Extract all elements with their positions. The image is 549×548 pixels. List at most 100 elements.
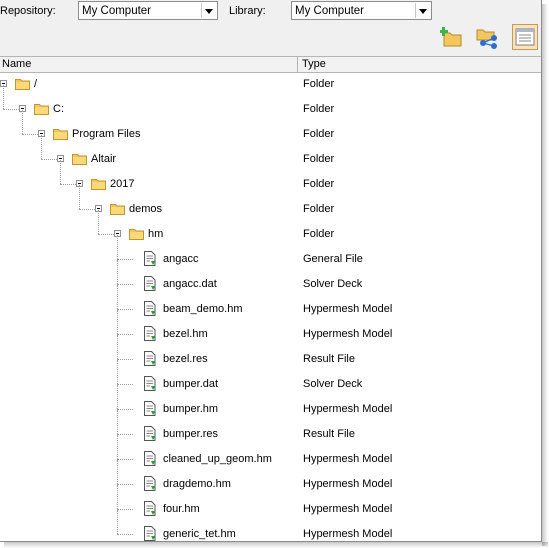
tree-folder-row[interactable]: hm Folder bbox=[0, 210, 541, 247]
tree-item-type: General File bbox=[303, 253, 363, 265]
library-select[interactable]: My Computer bbox=[291, 1, 432, 20]
tree-item-name: bumper.hm bbox=[163, 403, 219, 415]
add-folder-button[interactable] bbox=[439, 24, 466, 50]
tree-guide-line bbox=[3, 85, 4, 109]
tree-guide-line bbox=[117, 385, 118, 409]
tree-item-name: bezel.hm bbox=[163, 328, 208, 340]
tree-item-type: Hypermesh Model bbox=[303, 303, 393, 315]
file-icon bbox=[144, 376, 156, 391]
tree-item-name: bumper.res bbox=[163, 428, 219, 440]
tree-item-name: four.hm bbox=[163, 503, 200, 515]
tree-guide-line bbox=[117, 435, 118, 459]
tree-guide-line bbox=[117, 534, 133, 535]
folder-icon bbox=[72, 152, 87, 165]
tree-guide-line bbox=[117, 309, 133, 310]
tree-guide-line bbox=[79, 185, 80, 209]
repository-label: Repository: bbox=[0, 5, 56, 17]
tree-item-name: dragdemo.hm bbox=[163, 478, 231, 490]
file-browser-window: Repository: My Computer Library: My Comp… bbox=[0, 0, 542, 542]
tree-item-name: generic_tet.hm bbox=[163, 528, 236, 540]
file-icon bbox=[144, 276, 156, 291]
tree-guide-line bbox=[117, 459, 133, 460]
tree-guide-line bbox=[117, 259, 133, 260]
repository-value: My Computer bbox=[82, 5, 152, 17]
chevron-down-icon[interactable] bbox=[201, 3, 216, 18]
tree-file-row[interactable]: cleaned_up_geom.hm Hypermesh Model bbox=[0, 435, 541, 472]
tree-item-type: Folder bbox=[303, 178, 335, 190]
tree-item-name: angacc bbox=[163, 253, 199, 265]
tree-guide-line bbox=[117, 485, 118, 509]
folder-icon bbox=[91, 177, 106, 190]
tree-guide-line bbox=[117, 409, 133, 410]
folder-icon bbox=[129, 227, 144, 240]
tree-item-type: Folder bbox=[303, 228, 335, 240]
tree-guide-line bbox=[117, 310, 118, 334]
tree-file-row[interactable]: bumper.hm Hypermesh Model bbox=[0, 385, 541, 422]
tree-file-row[interactable]: bumper.dat Solver Deck bbox=[0, 360, 541, 397]
file-icon bbox=[144, 476, 156, 491]
tree-item-type: Folder bbox=[303, 128, 335, 140]
tree-item-name: hm bbox=[148, 228, 164, 240]
tree-file-row[interactable]: angacc General File bbox=[0, 235, 541, 272]
tree-guide-line bbox=[117, 335, 118, 359]
tree-guide-line bbox=[117, 434, 133, 435]
tree-item-name: bumper.dat bbox=[163, 378, 219, 390]
tree-guide-line bbox=[117, 384, 133, 385]
tree-guide-line bbox=[117, 284, 133, 285]
tree-item-type: Result File bbox=[303, 428, 355, 440]
tree-folder-row[interactable]: C: Folder bbox=[0, 85, 541, 122]
tree-item-type: Hypermesh Model bbox=[303, 328, 393, 340]
tree-item-name: Program Files bbox=[72, 128, 141, 140]
tree-guide-line bbox=[117, 460, 118, 484]
tree-folder-row[interactable]: demos Folder bbox=[0, 185, 541, 222]
tree-item-type: Folder bbox=[303, 78, 335, 90]
share-folder-button[interactable] bbox=[474, 24, 500, 50]
column-header-name[interactable]: Name bbox=[2, 58, 31, 70]
tree-guide-line bbox=[117, 334, 133, 335]
tree-item-name: 2017 bbox=[110, 178, 135, 190]
tree-guide-line bbox=[117, 509, 133, 510]
tree-folder-row[interactable]: 2017 Folder bbox=[0, 160, 541, 197]
tree-folder-row[interactable]: Altair Folder bbox=[0, 135, 541, 172]
tree-guide-line bbox=[117, 235, 118, 259]
column-header-type[interactable]: Type bbox=[302, 58, 326, 70]
tree-guide-line bbox=[117, 359, 133, 360]
tree-file-row[interactable]: bumper.res Result File bbox=[0, 410, 541, 447]
tree-guide-line bbox=[117, 410, 118, 434]
column-divider[interactable] bbox=[297, 57, 298, 72]
tree-guide-line bbox=[41, 135, 42, 159]
file-icon bbox=[144, 451, 156, 466]
details-view-button[interactable] bbox=[512, 24, 538, 50]
chevron-down-icon[interactable] bbox=[415, 3, 430, 18]
tree-file-row[interactable]: beam_demo.hm Hypermesh Model bbox=[0, 285, 541, 322]
tree-item-name: demos bbox=[129, 203, 163, 215]
window-shadow-bottom bbox=[4, 542, 548, 548]
file-tree: / Folder C: Folder Program Files Folder Altair… bbox=[0, 72, 541, 541]
tree-file-row[interactable]: four.hm Hypermesh Model bbox=[0, 485, 541, 522]
toolbar: Repository: My Computer Library: My Comp… bbox=[0, 0, 541, 56]
tree-file-row[interactable]: bezel.hm Hypermesh Model bbox=[0, 310, 541, 347]
tree-folder-row[interactable]: Program Files Folder bbox=[0, 110, 541, 147]
tree-file-row[interactable]: bezel.res Result File bbox=[0, 335, 541, 372]
tree-item-name: cleaned_up_geom.hm bbox=[163, 453, 272, 465]
file-icon bbox=[144, 526, 156, 541]
tree-item-type: Solver Deck bbox=[303, 278, 363, 290]
tree-item-name: bezel.res bbox=[163, 353, 208, 365]
tree-file-row[interactable]: generic_tet.hm Hypermesh Model bbox=[0, 510, 541, 541]
tree-item-type: Hypermesh Model bbox=[303, 528, 393, 540]
file-icon bbox=[144, 426, 156, 441]
tree-file-row[interactable]: dragdemo.hm Hypermesh Model bbox=[0, 460, 541, 497]
library-value: My Computer bbox=[295, 5, 365, 17]
tree-file-row[interactable]: angacc.dat Solver Deck bbox=[0, 260, 541, 297]
window-shadow-right bbox=[542, 4, 548, 546]
file-icon bbox=[144, 326, 156, 341]
repository-select[interactable]: My Computer bbox=[78, 1, 218, 20]
tree-item-name: / bbox=[34, 78, 38, 90]
tree-item-name: Altair bbox=[91, 153, 117, 165]
tree-folder-row[interactable]: / Folder bbox=[0, 72, 541, 97]
tree-guide-line bbox=[117, 510, 118, 534]
tree-guide-line bbox=[98, 210, 99, 234]
tree-guide-line bbox=[117, 285, 118, 309]
tree-item-type: Folder bbox=[303, 203, 335, 215]
tree-guide-line bbox=[60, 160, 61, 184]
